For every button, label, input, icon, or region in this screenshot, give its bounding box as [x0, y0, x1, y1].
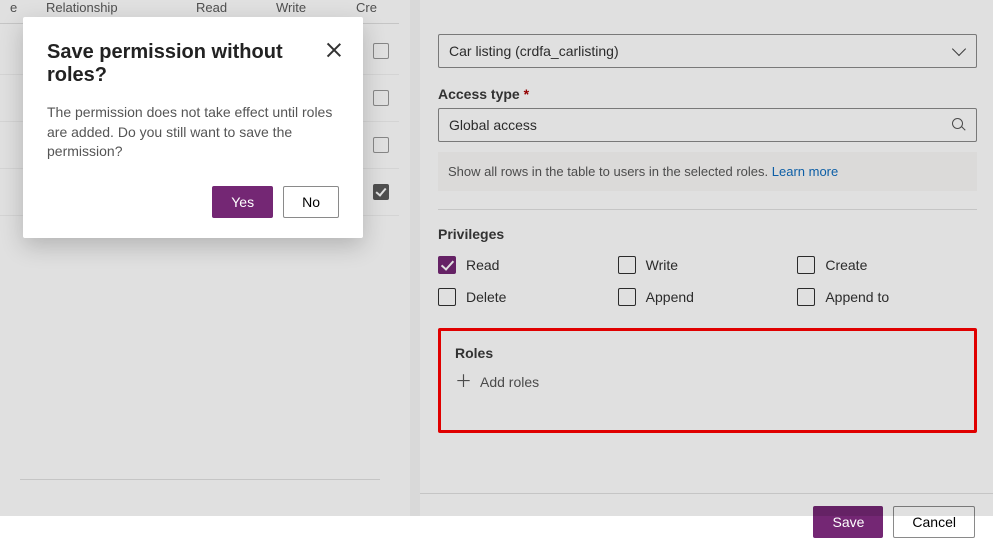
dialog-body: The permission does not take effect unti… — [47, 103, 339, 162]
dialog-title: Save permission without roles? — [47, 41, 339, 87]
yes-button[interactable]: Yes — [212, 186, 273, 218]
confirmation-dialog: Save permission without roles? The permi… — [23, 17, 363, 238]
close-icon[interactable] — [325, 41, 343, 59]
dialog-footer: Yes No — [47, 186, 339, 218]
no-button[interactable]: No — [283, 186, 339, 218]
